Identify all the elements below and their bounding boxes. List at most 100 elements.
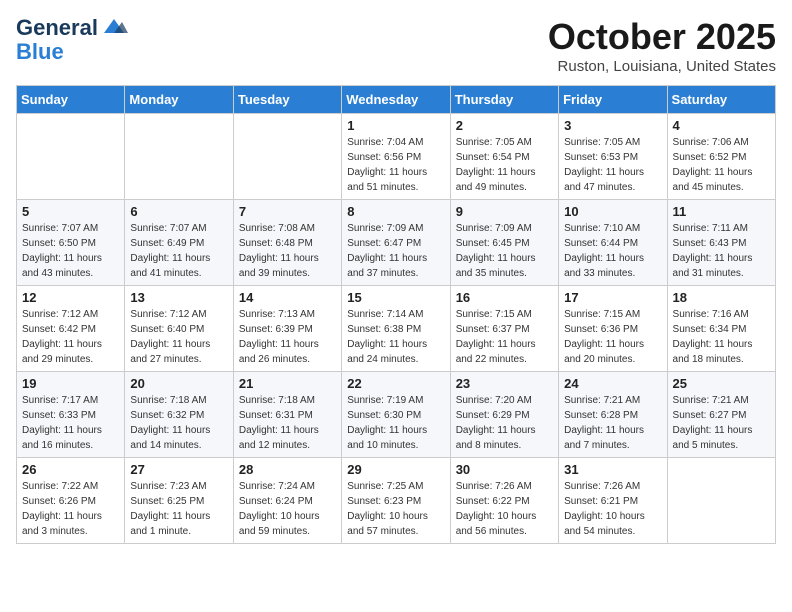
weekday-header-monday: Monday bbox=[125, 86, 233, 114]
calendar-cell: 25 Sunrise: 7:21 AMSunset: 6:27 PMDayligh… bbox=[667, 372, 775, 458]
day-number: 22 bbox=[347, 376, 444, 391]
calendar-cell: 14Sunrise: 7:13 AMSunset: 6:39 PMDayligh… bbox=[233, 286, 341, 372]
day-info: Sunrise: 7:15 AMSunset: 6:36 PMDaylight:… bbox=[564, 307, 661, 367]
logo-general: General bbox=[16, 16, 98, 40]
day-info: Sunrise: 7:15 AMSunset: 6:37 PMDaylight:… bbox=[456, 307, 553, 367]
day-info: Sunrise: 7:24 AMSunset: 6:24 PMDaylight:… bbox=[239, 479, 336, 539]
day-info: Sunrise: 7:06 AMSunset: 6:52 PMDaylight:… bbox=[673, 135, 770, 195]
day-number: 5 bbox=[22, 204, 119, 219]
day-info: Sunrise: 7:04 AMSunset: 6:56 PMDaylight:… bbox=[347, 135, 444, 195]
day-number: 4 bbox=[673, 118, 770, 133]
day-info: Sunrise: 7:16 AMSunset: 6:34 PMDaylight:… bbox=[673, 307, 770, 367]
day-info: Sunrise: 7:17 AMSunset: 6:33 PMDaylight:… bbox=[22, 393, 119, 453]
day-info: Sunrise: 7:05 AMSunset: 6:53 PMDaylight:… bbox=[564, 135, 661, 195]
calendar-cell: 24 Sunrise: 7:21 AMSunset: 6:28 PMDayligh… bbox=[559, 372, 667, 458]
logo: General Blue bbox=[16, 16, 128, 64]
day-number: 1 bbox=[347, 118, 444, 133]
calendar-cell: 2 Sunrise: 7:05 AMSunset: 6:54 PMDaylight… bbox=[450, 114, 558, 200]
day-number: 18 bbox=[673, 290, 770, 305]
day-info: Sunrise: 7:25 AMSunset: 6:23 PMDaylight:… bbox=[347, 479, 444, 539]
location: Ruston, Louisiana, United States bbox=[548, 58, 776, 75]
page-header: General Blue October 2025 Ruston, Louisi… bbox=[16, 16, 776, 75]
calendar-cell: 3 Sunrise: 7:05 AMSunset: 6:53 PMDaylight… bbox=[559, 114, 667, 200]
calendar-cell: 1 Sunrise: 7:04 AMSunset: 6:56 PMDaylight… bbox=[342, 114, 450, 200]
day-info: Sunrise: 7:26 AMSunset: 6:21 PMDaylight:… bbox=[564, 479, 661, 539]
day-number: 9 bbox=[456, 204, 553, 219]
weekday-header-saturday: Saturday bbox=[667, 86, 775, 114]
day-info: Sunrise: 7:07 AMSunset: 6:50 PMDaylight:… bbox=[22, 221, 119, 281]
day-info: Sunrise: 7:05 AMSunset: 6:54 PMDaylight:… bbox=[456, 135, 553, 195]
day-number: 19 bbox=[22, 376, 119, 391]
calendar-cell: 17 Sunrise: 7:15 AMSunset: 6:36 PMDayligh… bbox=[559, 286, 667, 372]
calendar-cell: 7 Sunrise: 7:08 AMSunset: 6:48 PMDaylight… bbox=[233, 200, 341, 286]
day-number: 17 bbox=[564, 290, 661, 305]
calendar-cell: 6 Sunrise: 7:07 AMSunset: 6:49 PMDaylight… bbox=[125, 200, 233, 286]
day-info: Sunrise: 7:26 AMSunset: 6:22 PMDaylight:… bbox=[456, 479, 553, 539]
day-number: 21 bbox=[239, 376, 336, 391]
day-number: 11 bbox=[673, 204, 770, 219]
day-number: 2 bbox=[456, 118, 553, 133]
day-info: Sunrise: 7:19 AMSunset: 6:30 PMDaylight:… bbox=[347, 393, 444, 453]
calendar-cell bbox=[125, 114, 233, 200]
calendar-cell bbox=[667, 458, 775, 544]
calendar-cell bbox=[17, 114, 125, 200]
day-info: Sunrise: 7:12 AMSunset: 6:40 PMDaylight:… bbox=[130, 307, 227, 367]
day-number: 10 bbox=[564, 204, 661, 219]
calendar-cell: 5 Sunrise: 7:07 AMSunset: 6:50 PMDaylight… bbox=[17, 200, 125, 286]
calendar-cell: 29 Sunrise: 7:25 AMSunset: 6:23 PMDayligh… bbox=[342, 458, 450, 544]
day-number: 30 bbox=[456, 462, 553, 477]
calendar-cell: 11Sunrise: 7:11 AMSunset: 6:43 PMDayligh… bbox=[667, 200, 775, 286]
title-block: October 2025 Ruston, Louisiana, United S… bbox=[548, 16, 776, 75]
calendar-cell: 21 Sunrise: 7:18 AMSunset: 6:31 PMDayligh… bbox=[233, 372, 341, 458]
day-number: 31 bbox=[564, 462, 661, 477]
calendar-cell: 10 Sunrise: 7:10 AMSunset: 6:44 PMDayligh… bbox=[559, 200, 667, 286]
day-number: 16 bbox=[456, 290, 553, 305]
day-info: Sunrise: 7:13 AMSunset: 6:39 PMDaylight:… bbox=[239, 307, 336, 367]
day-number: 3 bbox=[564, 118, 661, 133]
day-number: 27 bbox=[130, 462, 227, 477]
calendar-cell: 9Sunrise: 7:09 AMSunset: 6:45 PMDaylight… bbox=[450, 200, 558, 286]
day-info: Sunrise: 7:08 AMSunset: 6:48 PMDaylight:… bbox=[239, 221, 336, 281]
day-info: Sunrise: 7:20 AMSunset: 6:29 PMDaylight:… bbox=[456, 393, 553, 453]
day-number: 13 bbox=[130, 290, 227, 305]
day-info: Sunrise: 7:14 AMSunset: 6:38 PMDaylight:… bbox=[347, 307, 444, 367]
weekday-header-sunday: Sunday bbox=[17, 86, 125, 114]
weekday-header-tuesday: Tuesday bbox=[233, 86, 341, 114]
month-title: October 2025 bbox=[548, 16, 776, 58]
calendar-cell: 27 Sunrise: 7:23 AMSunset: 6:25 PMDayligh… bbox=[125, 458, 233, 544]
day-number: 23 bbox=[456, 376, 553, 391]
day-info: Sunrise: 7:18 AMSunset: 6:32 PMDaylight:… bbox=[130, 393, 227, 453]
day-number: 24 bbox=[564, 376, 661, 391]
day-number: 15 bbox=[347, 290, 444, 305]
day-info: Sunrise: 7:23 AMSunset: 6:25 PMDaylight:… bbox=[130, 479, 227, 539]
day-number: 25 bbox=[673, 376, 770, 391]
day-number: 12 bbox=[22, 290, 119, 305]
day-info: Sunrise: 7:10 AMSunset: 6:44 PMDaylight:… bbox=[564, 221, 661, 281]
calendar-cell: 15 Sunrise: 7:14 AMSunset: 6:38 PMDayligh… bbox=[342, 286, 450, 372]
calendar-cell: 4 Sunrise: 7:06 AMSunset: 6:52 PMDaylight… bbox=[667, 114, 775, 200]
day-info: Sunrise: 7:21 AMSunset: 6:28 PMDaylight:… bbox=[564, 393, 661, 453]
day-info: Sunrise: 7:07 AMSunset: 6:49 PMDaylight:… bbox=[130, 221, 227, 281]
day-number: 6 bbox=[130, 204, 227, 219]
day-info: Sunrise: 7:09 AMSunset: 6:47 PMDaylight:… bbox=[347, 221, 444, 281]
calendar-cell bbox=[233, 114, 341, 200]
weekday-header-wednesday: Wednesday bbox=[342, 86, 450, 114]
day-info: Sunrise: 7:21 AMSunset: 6:27 PMDaylight:… bbox=[673, 393, 770, 453]
calendar-cell: 19 Sunrise: 7:17 AMSunset: 6:33 PMDayligh… bbox=[17, 372, 125, 458]
day-number: 7 bbox=[239, 204, 336, 219]
calendar-cell: 23 Sunrise: 7:20 AMSunset: 6:29 PMDayligh… bbox=[450, 372, 558, 458]
weekday-header-friday: Friday bbox=[559, 86, 667, 114]
calendar-cell: 30 Sunrise: 7:26 AMSunset: 6:22 PMDayligh… bbox=[450, 458, 558, 544]
calendar-cell: 18 Sunrise: 7:16 AMSunset: 6:34 PMDayligh… bbox=[667, 286, 775, 372]
calendar-cell: 8Sunrise: 7:09 AMSunset: 6:47 PMDaylight… bbox=[342, 200, 450, 286]
weekday-header-thursday: Thursday bbox=[450, 86, 558, 114]
calendar-cell: 13 Sunrise: 7:12 AMSunset: 6:40 PMDayligh… bbox=[125, 286, 233, 372]
day-number: 29 bbox=[347, 462, 444, 477]
logo-blue: Blue bbox=[16, 40, 64, 64]
calendar-table: SundayMondayTuesdayWednesdayThursdayFrid… bbox=[16, 85, 776, 544]
calendar-cell: 22 Sunrise: 7:19 AMSunset: 6:30 PMDayligh… bbox=[342, 372, 450, 458]
calendar-cell: 31 Sunrise: 7:26 AMSunset: 6:21 PMDayligh… bbox=[559, 458, 667, 544]
day-number: 26 bbox=[22, 462, 119, 477]
day-info: Sunrise: 7:18 AMSunset: 6:31 PMDaylight:… bbox=[239, 393, 336, 453]
calendar-cell: 16 Sunrise: 7:15 AMSunset: 6:37 PMDayligh… bbox=[450, 286, 558, 372]
